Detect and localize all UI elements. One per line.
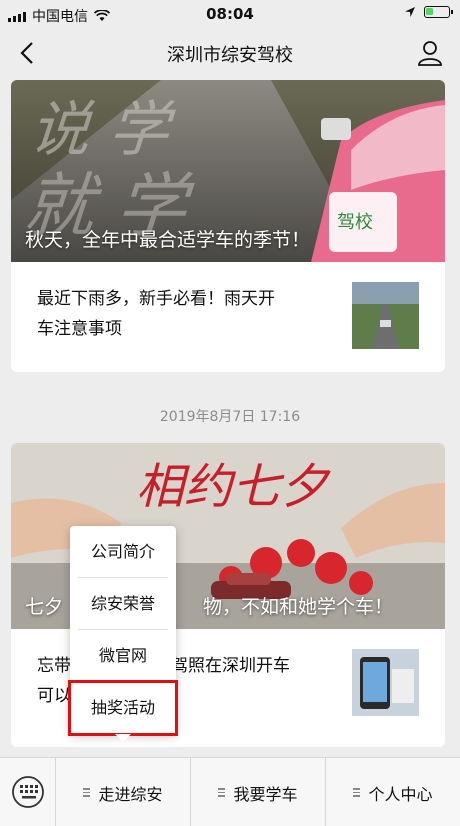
article-title-line: 驾照在深圳开车 [171, 656, 290, 676]
nav-bar: 深圳市综安驾校 [0, 28, 460, 78]
svg-text:驾校: 驾校 [337, 212, 373, 233]
status-bar: 中国电信 08:04 [0, 0, 460, 28]
article-hero-caption: 七夕 [25, 596, 64, 618]
article-hero-image[interactable]: 说 学 就 学 驾校 秋天，全年中最合适学车的季节！ [11, 80, 445, 262]
article-title-line: 最近下雨多，新手必看！雨天开 [37, 289, 275, 309]
tab-personal-center[interactable]: 个人中心 [326, 758, 460, 826]
list-item[interactable]: 最近下雨多，新手必看！雨天开 车注意事项 [11, 262, 445, 372]
menu-item-company-intro[interactable]: 公司简介 [78, 526, 168, 578]
tab-label: 我要学车 [233, 784, 298, 804]
keyboard-toggle-button[interactable] [0, 758, 56, 826]
location-icon [405, 7, 415, 17]
message-timestamp: 2019年8月7日 17:16 [159, 409, 301, 425]
menu-list-icon [218, 788, 226, 797]
menu-item-honors[interactable]: 综安荣誉 [78, 578, 168, 630]
article-thumbnail[interactable] [352, 649, 419, 716]
tab-learn-driving[interactable]: 我要学车 [191, 758, 326, 826]
bottom-menu-bar: 走进综安 我要学车 个人中心 [0, 757, 460, 826]
tab-label: 走进综安 [98, 784, 163, 804]
keyboard-icon [12, 776, 44, 808]
battery-icon [424, 6, 453, 18]
user-icon[interactable] [416, 39, 444, 67]
article-card[interactable]: 说 学 就 学 驾校 秋天，全年中最合适学车的季节！ 最近下雨多，新手必看！雨天… [11, 80, 445, 372]
tab-about[interactable]: 走进综安 [56, 758, 191, 826]
menu-list-icon [353, 788, 361, 797]
svg-text:相约七夕: 相约七夕 [136, 459, 331, 515]
menu-pointer [115, 734, 131, 742]
article-hero-caption: 物，不如和她学个车！ [203, 596, 394, 618]
menu-list-icon [83, 788, 91, 797]
tab-label: 个人中心 [368, 784, 433, 804]
article-hero-caption: 秋天，全年中最合适学车的季节！ [25, 229, 311, 251]
article-thumbnail[interactable] [352, 282, 419, 349]
phone-license-image [352, 649, 419, 716]
page-title: 深圳市综安驾校 [167, 45, 293, 66]
menu-item-micro-site[interactable]: 微官网 [78, 630, 168, 682]
article-title-line: 车注意事项 [37, 319, 122, 339]
article-title-line: 忘带 [37, 656, 71, 676]
svg-text:说 学: 说 学 [24, 94, 186, 164]
submenu-popup: 公司简介 综安荣誉 微官网 抽奖活动 [68, 526, 178, 742]
rainy-road-image [352, 282, 419, 349]
menu-item-lottery[interactable]: 抽奖活动 [68, 680, 178, 736]
status-time: 08:04 [206, 5, 254, 23]
